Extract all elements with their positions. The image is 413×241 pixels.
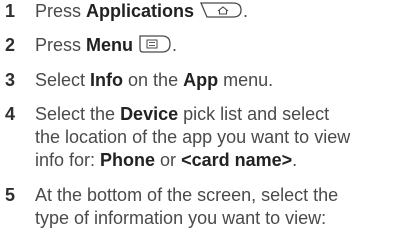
step-number: 1 <box>5 1 16 21</box>
step-keyword: Menu <box>86 35 134 55</box>
step-number: 5 <box>5 185 16 205</box>
step-text-part: . <box>172 35 178 55</box>
step-number: 3 <box>5 70 16 90</box>
step-text-part: on the <box>123 70 184 90</box>
step-text-line: type of information you want to view: <box>35 208 327 228</box>
step-text-line: At the bottom of the screen, select the <box>35 185 339 205</box>
step-text: Select Info on the App menu. <box>35 69 409 92</box>
step-number: 4 <box>5 104 16 124</box>
step-text-part: Select <box>35 70 91 90</box>
step-text-line: the location of the app you want to view <box>35 127 351 147</box>
step-text-part: Press <box>35 35 87 55</box>
step-keyword: Phone <box>100 150 156 170</box>
step-text-part: . <box>243 1 249 21</box>
home-key-icon <box>199 2 243 18</box>
step-text: Press Applications . <box>35 0 409 23</box>
instruction-steps: 1 Press Applications . 2 Press Menu . 3 … <box>0 0 413 241</box>
step-text-part: Press <box>35 1 87 21</box>
step-text: Select the Device pick list and select t… <box>35 103 409 172</box>
step-text: At the bottom of the screen, select the … <box>35 184 409 230</box>
menu-key-icon <box>138 35 172 53</box>
step-text-part: or <box>155 150 182 170</box>
step-keyword: App <box>183 70 219 90</box>
step-text: Press Menu . <box>35 34 409 57</box>
step-text-part: . <box>292 150 298 170</box>
step-text-part: pick list and select <box>178 104 330 124</box>
step-keyword: Device <box>120 104 179 124</box>
step-number: 2 <box>5 35 16 55</box>
step-text-part: info for: <box>35 150 101 170</box>
step-text-part: Select the <box>35 104 121 124</box>
step-keyword: <card name> <box>181 150 293 170</box>
step-keyword: Info <box>90 70 124 90</box>
step-text-part: menu. <box>218 70 274 90</box>
step-keyword: Applications <box>86 1 195 21</box>
